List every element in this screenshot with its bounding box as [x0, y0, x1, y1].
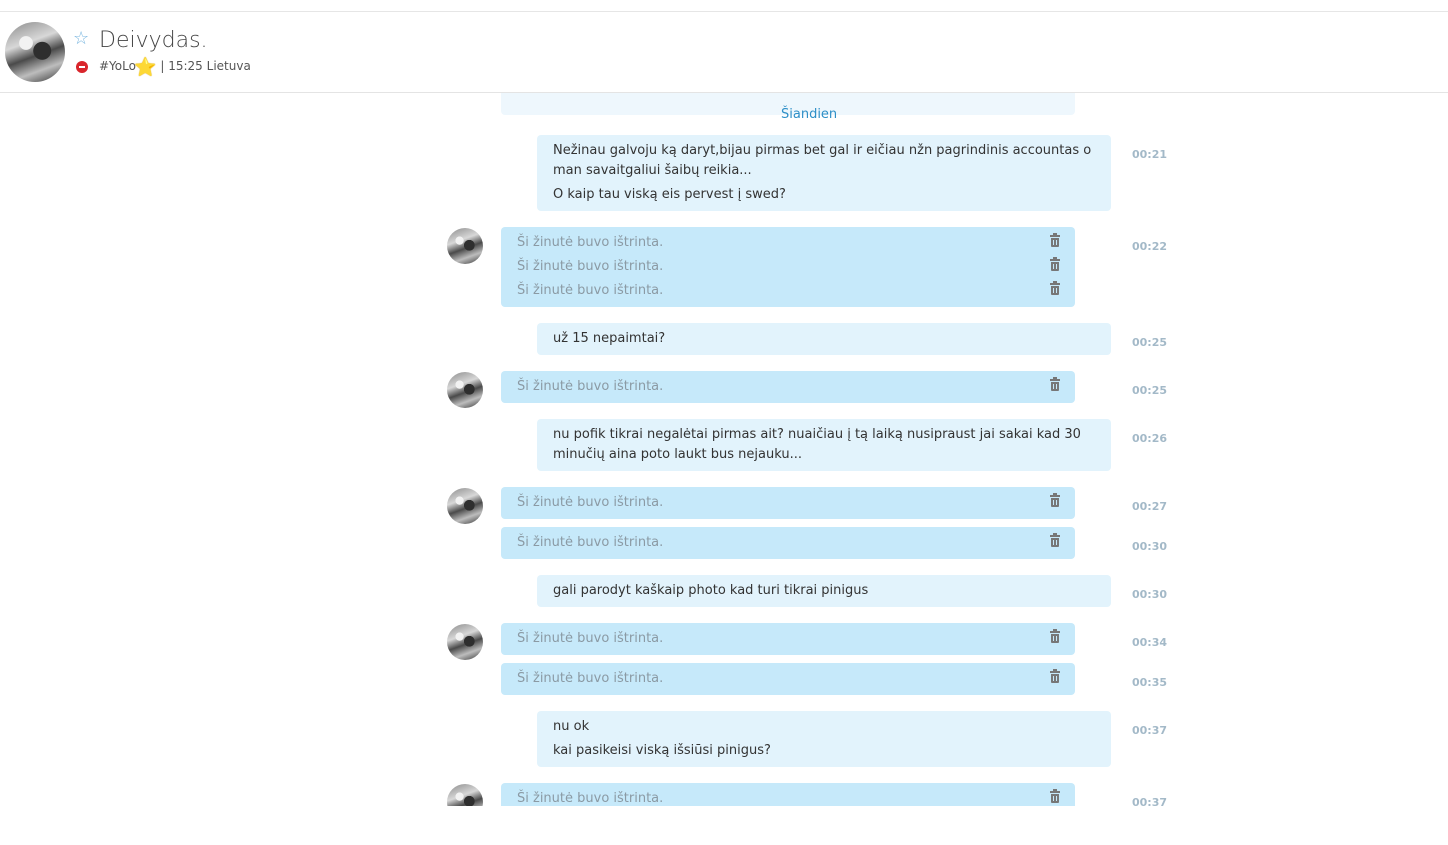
message-timestamp[interactable]: 00:25 — [1132, 384, 1167, 397]
deleted-message[interactable]: Ši žinutė buvo ištrinta. — [501, 623, 1075, 655]
message-timestamp[interactable]: 00:22 — [1132, 240, 1167, 253]
message-text: už 15 nepaimtai? — [553, 331, 666, 346]
message-text: nu ok — [553, 719, 590, 734]
do-not-disturb-icon — [76, 61, 88, 73]
message-text: kai pasikeisi viską išsiūsi pinigus? — [553, 743, 771, 758]
outgoing-message[interactable]: Nežinau galvoju ką daryt,bijau pirmas be… — [537, 135, 1111, 211]
message-timestamp[interactable]: 00:37 — [1132, 796, 1167, 806]
deleted-message-text: Ši žinutė buvo ištrinta. — [517, 233, 1060, 253]
message-timestamp[interactable]: 00:30 — [1132, 588, 1167, 601]
deleted-message-text: Ši žinutė buvo ištrinta. — [517, 281, 1060, 301]
trash-icon — [1050, 281, 1060, 295]
message-timestamp[interactable]: 00:26 — [1132, 432, 1167, 445]
sender-avatar[interactable] — [447, 372, 483, 408]
deleted-message-text: Ši žinutė buvo ištrinta. — [517, 493, 1060, 513]
sender-avatar[interactable] — [447, 228, 483, 264]
deleted-message-text: Ši žinutė buvo ištrinta. — [517, 533, 1060, 553]
star-emoticon-icon: ⭐ — [133, 57, 157, 78]
deleted-message[interactable]: Ši žinutė buvo ištrinta. — [501, 487, 1075, 519]
contact-avatar[interactable] — [5, 22, 65, 82]
mood-message: #YoLo⭐ | 15:25 Lietuva — [99, 57, 251, 78]
trash-icon — [1050, 233, 1060, 247]
conversation-area[interactable]: Šiandien Nežinau galvoju ką daryt,bijau … — [0, 93, 1448, 806]
outgoing-message[interactable]: gali parodyt kaškaip photo kad turi tikr… — [537, 575, 1111, 607]
deleted-message[interactable]: Ši žinutė buvo ištrinta. — [501, 371, 1075, 403]
trash-icon — [1050, 533, 1060, 547]
deleted-message-text: Ši žinutė buvo ištrinta. — [517, 669, 1060, 689]
deleted-message-text: Ši žinutė buvo ištrinta. — [517, 629, 1060, 649]
trash-icon — [1050, 493, 1060, 507]
trash-icon — [1050, 629, 1060, 643]
deleted-message-text: Ši žinutė buvo ištrinta. — [517, 257, 1060, 277]
deleted-message[interactable]: Ši žinutė buvo ištrinta. — [501, 783, 1075, 806]
message-timestamp[interactable]: 00:37 — [1132, 724, 1167, 737]
star-outline-icon[interactable]: ☆ — [73, 29, 89, 49]
message-text: O kaip tau viską eis pervest į swed? — [553, 187, 786, 202]
trash-icon — [1050, 789, 1060, 803]
deleted-message[interactable]: Ši žinutė buvo ištrinta. — [501, 527, 1075, 559]
date-separator: Šiandien — [781, 107, 838, 122]
message-timestamp[interactable]: 00:30 — [1132, 540, 1167, 553]
sender-avatar[interactable] — [447, 784, 483, 806]
message-text: Nežinau galvoju ką daryt,bijau pirmas be… — [553, 143, 1092, 178]
deleted-message[interactable]: Ši žinutė buvo ištrinta. Ši žinutė buvo i… — [501, 227, 1075, 307]
local-time-location: | 15:25 Lietuva — [160, 59, 251, 73]
message-timestamp[interactable]: 00:34 — [1132, 636, 1167, 649]
conversation-header: ☆ Deivydas. #YoLo⭐ | 15:25 Lietuva — [0, 12, 1448, 93]
message-text: gali parodyt kaškaip photo kad turi tikr… — [553, 583, 869, 598]
trash-icon — [1050, 377, 1060, 391]
trash-icon — [1050, 669, 1060, 683]
mood-text: #YoLo — [99, 59, 136, 73]
message-timestamp[interactable]: 00:25 — [1132, 336, 1167, 349]
deleted-message[interactable]: Ši žinutė buvo ištrinta. — [501, 663, 1075, 695]
contact-name[interactable]: Deivydas. — [99, 27, 208, 55]
outgoing-message[interactable]: už 15 nepaimtai? — [537, 323, 1111, 355]
message-text: nu pofik tikrai negalėtai pirmas ait? nu… — [553, 427, 1081, 462]
sender-avatar[interactable] — [447, 624, 483, 660]
deleted-message-text: Ši žinutė buvo ištrinta. — [517, 377, 1060, 397]
sender-avatar[interactable] — [447, 488, 483, 524]
deleted-message-text: Ši žinutė buvo ištrinta. — [517, 789, 1060, 806]
outgoing-message[interactable]: nu ok kai pasikeisi viską išsiūsi pinigus… — [537, 711, 1111, 767]
message-timestamp[interactable]: 00:27 — [1132, 500, 1167, 513]
message-timestamp[interactable]: 00:21 — [1132, 148, 1167, 161]
message-timestamp[interactable]: 00:35 — [1132, 676, 1167, 689]
trash-icon — [1050, 257, 1060, 271]
outgoing-message[interactable]: nu pofik tikrai negalėtai pirmas ait? nu… — [537, 419, 1111, 471]
